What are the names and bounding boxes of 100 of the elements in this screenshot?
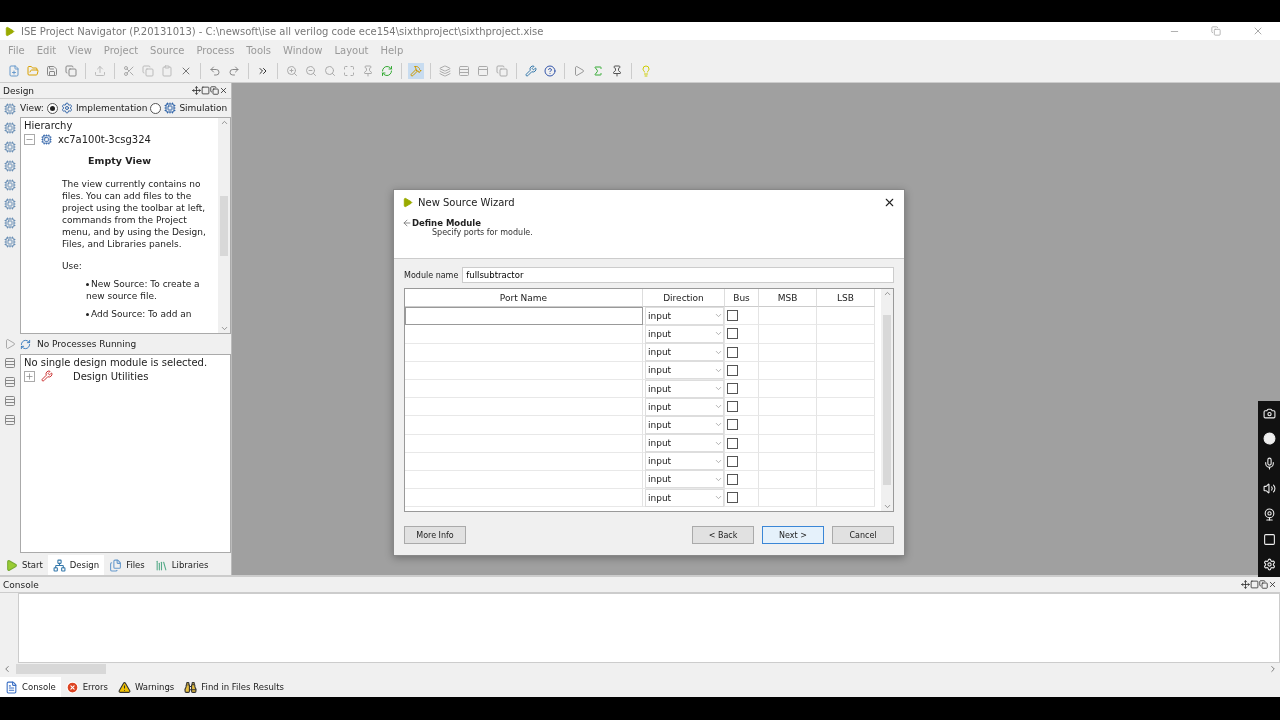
maximize-icon[interactable] bbox=[201, 86, 210, 95]
view-option-label[interactable]: Implementation bbox=[75, 103, 148, 113]
bus-checkbox[interactable] bbox=[727, 328, 738, 340]
fit-icon[interactable] bbox=[341, 63, 357, 79]
lsb-cell[interactable] bbox=[817, 434, 875, 453]
lsb-cell[interactable] bbox=[817, 325, 875, 344]
camera-icon[interactable] bbox=[1262, 407, 1276, 421]
tool-icon[interactable] bbox=[4, 141, 16, 153]
window-icon[interactable] bbox=[1262, 532, 1276, 546]
move-icon[interactable] bbox=[1241, 580, 1250, 589]
bus-checkbox[interactable] bbox=[727, 310, 738, 322]
view-option-label[interactable]: Simulation bbox=[179, 103, 228, 113]
device-item[interactable]: xc7a100t-3csg324 bbox=[58, 133, 151, 145]
tool-icon[interactable] bbox=[4, 160, 16, 172]
clipboard-icon[interactable] bbox=[159, 63, 175, 79]
panel-tab[interactable]: Start bbox=[0, 555, 48, 575]
bus-checkbox[interactable] bbox=[727, 364, 738, 376]
layers-icon[interactable] bbox=[437, 63, 453, 79]
record-icon[interactable] bbox=[1262, 432, 1276, 446]
settings-icon[interactable] bbox=[1262, 557, 1276, 571]
bus-checkbox[interactable] bbox=[727, 437, 738, 449]
tool-icon[interactable] bbox=[4, 122, 16, 134]
zoom-out-icon[interactable] bbox=[303, 63, 319, 79]
move-icon[interactable] bbox=[192, 86, 201, 95]
module-name-field[interactable]: fullsubtractor bbox=[462, 267, 894, 283]
wrench-icon[interactable] bbox=[523, 63, 539, 79]
panel-tab[interactable]: Design bbox=[47, 555, 105, 575]
msb-cell[interactable] bbox=[759, 343, 817, 362]
undo-icon[interactable] bbox=[207, 63, 223, 79]
tool-icon[interactable] bbox=[4, 217, 16, 229]
bus-checkbox[interactable] bbox=[727, 473, 738, 485]
msb-cell[interactable] bbox=[759, 434, 817, 453]
zoom-in-icon[interactable] bbox=[284, 63, 300, 79]
direction-dropdown[interactable]: input bbox=[645, 470, 724, 489]
tool-icon[interactable] bbox=[4, 357, 16, 369]
msb-cell[interactable] bbox=[759, 489, 817, 508]
tool-icon[interactable] bbox=[4, 395, 16, 407]
msb-cell[interactable] bbox=[759, 398, 817, 417]
lsb-cell[interactable] bbox=[817, 398, 875, 417]
scroll-up-icon[interactable] bbox=[219, 118, 229, 127]
scroll-left-icon[interactable] bbox=[2, 664, 12, 674]
view-radio[interactable] bbox=[150, 102, 162, 114]
console-tab[interactable]: Warnings bbox=[112, 677, 180, 697]
bus-checkbox[interactable] bbox=[727, 401, 738, 413]
close-icon[interactable] bbox=[1268, 580, 1277, 589]
upload-icon[interactable] bbox=[92, 63, 108, 79]
msb-cell[interactable] bbox=[759, 325, 817, 344]
direction-dropdown[interactable]: input bbox=[645, 434, 724, 453]
tool-icon[interactable] bbox=[4, 236, 16, 248]
bus-checkbox[interactable] bbox=[727, 455, 738, 467]
redo-icon[interactable] bbox=[226, 63, 242, 79]
new-file-icon[interactable] bbox=[6, 63, 22, 79]
lsb-cell[interactable] bbox=[817, 489, 875, 508]
console-tab[interactable]: Errors bbox=[60, 677, 113, 697]
scrollbar-thumb[interactable] bbox=[883, 315, 891, 485]
bus-checkbox[interactable] bbox=[727, 346, 738, 358]
cancel-button[interactable]: Cancel bbox=[832, 526, 894, 544]
scrollbar-thumb[interactable] bbox=[220, 195, 228, 256]
float-icon[interactable] bbox=[210, 86, 219, 95]
direction-dropdown[interactable]: input bbox=[645, 452, 724, 471]
tool-icon[interactable] bbox=[4, 198, 16, 210]
lsb-cell[interactable] bbox=[817, 470, 875, 490]
msb-cell[interactable] bbox=[759, 452, 817, 471]
lsb-cell[interactable] bbox=[817, 361, 875, 380]
speaker-icon[interactable] bbox=[1262, 482, 1276, 496]
more-info-button[interactable]: More Info bbox=[404, 526, 466, 544]
windows-icon[interactable] bbox=[494, 63, 510, 79]
zoom-icon[interactable] bbox=[322, 63, 338, 79]
port-name-cell[interactable] bbox=[405, 307, 643, 326]
copy-icon[interactable] bbox=[140, 63, 156, 79]
direction-dropdown[interactable]: input bbox=[645, 343, 724, 362]
msb-cell[interactable] bbox=[759, 379, 817, 399]
msb-cell[interactable] bbox=[759, 307, 817, 326]
refresh-icon[interactable] bbox=[379, 63, 395, 79]
lsb-cell[interactable] bbox=[817, 343, 875, 362]
panel-tab[interactable]: Libraries bbox=[149, 555, 214, 575]
msb-cell[interactable] bbox=[759, 361, 817, 380]
run-icon[interactable] bbox=[4, 338, 16, 350]
copy-icon[interactable] bbox=[63, 63, 79, 79]
scroll-up-icon[interactable] bbox=[882, 289, 892, 298]
bus-checkbox[interactable] bbox=[727, 383, 738, 395]
lsb-cell[interactable] bbox=[817, 416, 875, 435]
rows-icon[interactable] bbox=[456, 63, 472, 79]
tree-item[interactable]: Design Utilities bbox=[73, 370, 149, 382]
scroll-down-icon[interactable] bbox=[219, 324, 229, 333]
bus-checkbox[interactable] bbox=[727, 492, 738, 504]
bus-checkbox[interactable] bbox=[727, 419, 738, 431]
direction-dropdown[interactable]: input bbox=[645, 361, 724, 380]
tool-icon[interactable] bbox=[4, 376, 16, 388]
view-radio[interactable] bbox=[46, 102, 58, 114]
next-button[interactable]: Next > bbox=[762, 526, 824, 544]
maximize-icon[interactable] bbox=[1250, 580, 1259, 589]
tool-icon[interactable] bbox=[4, 414, 16, 426]
expand-icon[interactable] bbox=[24, 370, 35, 382]
scroll-right-icon[interactable] bbox=[1268, 664, 1278, 674]
tool-icon[interactable] bbox=[4, 179, 16, 191]
open-folder-icon[interactable] bbox=[25, 63, 41, 79]
panel-tab[interactable]: Files bbox=[104, 555, 150, 575]
panel-icon[interactable] bbox=[475, 63, 491, 79]
help-icon[interactable] bbox=[542, 63, 558, 79]
